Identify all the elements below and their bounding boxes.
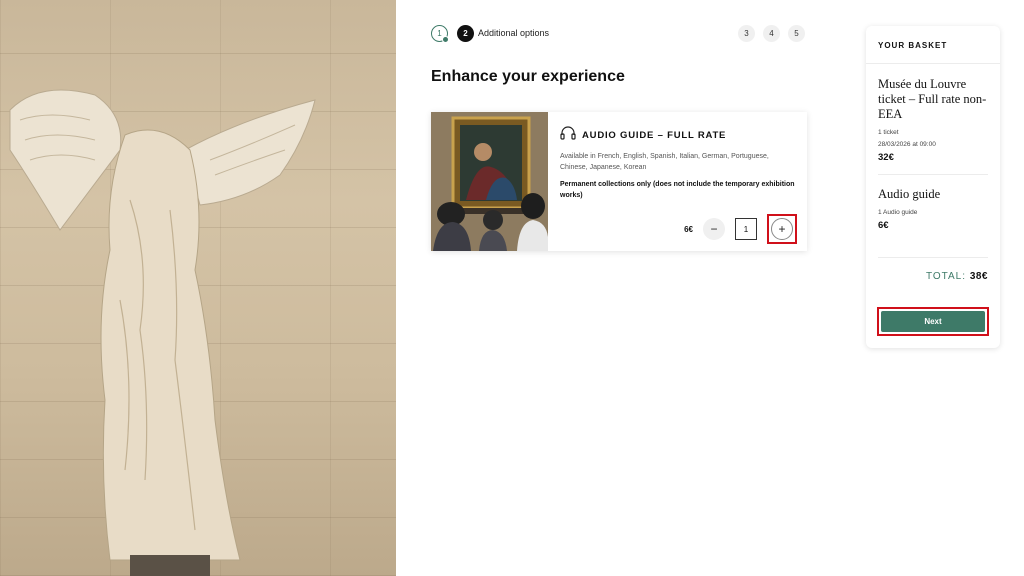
audio-guide-photo: [431, 112, 548, 251]
basket-item-name: Musée du Louvre ticket – Full rate non-E…: [878, 77, 987, 121]
basket-total: TOTAL: 38€: [926, 271, 988, 282]
increase-highlight: +: [767, 214, 797, 244]
basket-panel: YOUR BASKET Musée du Louvre ticket – Ful…: [866, 26, 1000, 348]
basket-item-ticket: Musée du Louvre ticket – Full rate non-E…: [878, 77, 990, 163]
divider: [878, 257, 988, 258]
step-1-number: 1: [437, 29, 442, 38]
basket-title: YOUR BASKET: [878, 41, 948, 50]
next-highlight: Next: [877, 307, 989, 336]
quantity-stepper: 6€ − 1 +: [684, 214, 797, 244]
basket-item-price: 6€: [878, 220, 889, 231]
basket-item-price: 32€: [878, 152, 894, 163]
divider: [866, 63, 1000, 64]
step-5-number: 5: [794, 29, 799, 38]
winged-victory-illustration: [9, 89, 316, 576]
audio-guide-card: AUDIO GUIDE – FULL RATE Available in Fre…: [431, 112, 807, 251]
step-1[interactable]: 1: [431, 25, 449, 43]
step-2-number: 2: [463, 29, 468, 38]
increase-quantity-button[interactable]: +: [771, 218, 793, 240]
step-4-number: 4: [769, 29, 774, 38]
progress-stepper: 1 2 Additional options 3 4 5: [431, 25, 807, 43]
product-price: 6€: [684, 224, 693, 234]
basket-item-detail: 1 Audio guide: [878, 209, 918, 216]
product-title: AUDIO GUIDE – FULL RATE: [582, 130, 727, 141]
decrease-quantity-button[interactable]: −: [703, 218, 725, 240]
step-5: 5: [788, 25, 805, 42]
current-step-label: Additional options: [478, 28, 550, 38]
step-4: 4: [763, 25, 780, 42]
headphones-icon: [560, 126, 576, 145]
page-title: Enhance your experience: [431, 68, 625, 85]
total-label: TOTAL:: [925, 271, 967, 282]
step-3-number: 3: [744, 29, 749, 38]
step-3: 3: [738, 25, 755, 42]
quantity-value[interactable]: 1: [735, 218, 757, 240]
basket-item-detail: 1 ticket: [878, 129, 899, 136]
product-note: Permanent collections only (does not inc…: [560, 181, 795, 199]
step-2: 2: [457, 25, 474, 42]
basket-item-name: Audio guide: [878, 187, 941, 201]
product-languages: Available in French, English, Spanish, I…: [560, 153, 769, 171]
next-button[interactable]: Next: [881, 311, 985, 332]
divider: [878, 174, 988, 175]
total-value: 38€: [969, 271, 988, 282]
hero-statue-image: [0, 0, 396, 576]
check-icon: [442, 36, 449, 43]
basket-item-audio-guide: Audio guide 1 Audio guide 6€: [878, 187, 990, 231]
basket-item-date: 28/03/2026 at 09:00: [878, 141, 936, 148]
